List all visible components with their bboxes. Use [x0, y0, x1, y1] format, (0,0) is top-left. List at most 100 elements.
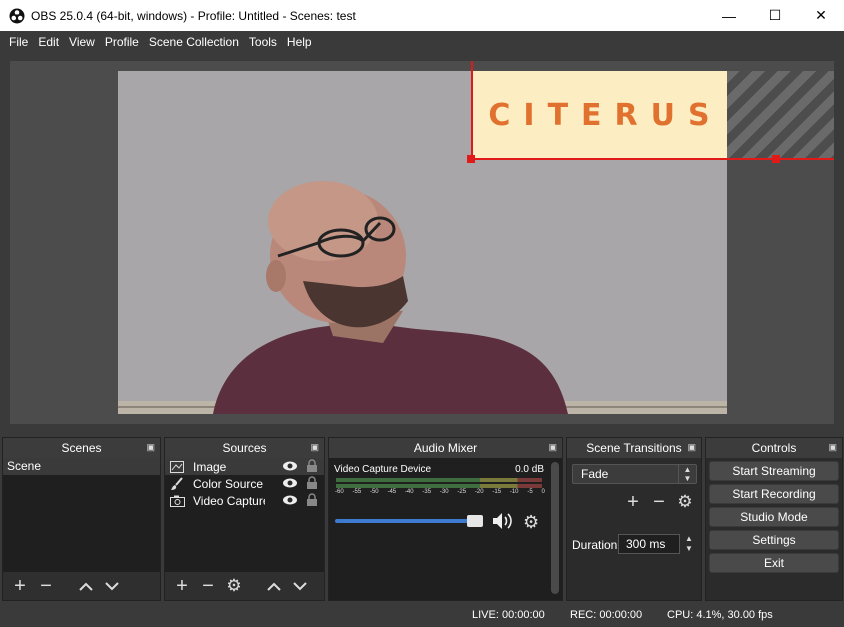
- transition-buttons: + − ⚙: [622, 491, 696, 513]
- dock-float-icon[interactable]: ▣: [687, 442, 696, 453]
- gear-icon: ⚙: [226, 576, 242, 595]
- source-properties-button[interactable]: ⚙: [223, 575, 245, 597]
- mixer-db-value: 0.0 dB: [515, 464, 544, 475]
- sources-header: Sources ▣: [165, 438, 324, 458]
- mixer-scrollbar[interactable]: [551, 462, 559, 594]
- volume-slider-handle[interactable]: [467, 515, 483, 527]
- chevron-updown-icon: ▲ ▼: [678, 465, 696, 483]
- studio-mode-button[interactable]: Studio Mode: [709, 507, 839, 527]
- scale-tick: -10: [509, 489, 519, 495]
- scene-transitions-header: Scene Transitions ▣: [567, 438, 701, 458]
- scenes-header: Scenes ▣: [3, 438, 160, 458]
- obs-logo-icon: [9, 8, 25, 23]
- scale-tick: -50: [369, 489, 379, 495]
- sources-title: Sources: [222, 441, 267, 455]
- remove-transition-button[interactable]: −: [648, 491, 670, 513]
- chevron-up-icon: [79, 582, 93, 591]
- transition-properties-button[interactable]: ⚙: [674, 491, 696, 513]
- scenes-title: Scenes: [61, 441, 102, 455]
- add-scene-button[interactable]: +: [9, 575, 31, 597]
- add-transition-button[interactable]: +: [622, 491, 644, 513]
- source-item[interactable]: Color Source: [165, 475, 324, 492]
- meter-scale: -60 -55 -50 -45 -40 -35 -30 -25 -20 -15 …: [335, 489, 545, 495]
- scene-transitions-title: Scene Transitions: [586, 441, 682, 455]
- source-item[interactable]: Video Capture Device: [165, 492, 324, 509]
- audio-mixer-dock: Audio Mixer ▣ Video Capture Device 0.0 d…: [328, 437, 563, 601]
- lock-icon[interactable]: [306, 493, 318, 507]
- controls-header: Controls ▣: [706, 438, 842, 458]
- logo-text: CITERUS: [488, 98, 723, 133]
- duration-label: Duration: [572, 538, 618, 552]
- mixer-channel-name: Video Capture Device: [334, 464, 432, 475]
- title-bar: OBS 25.0.4 (64-bit, windows) - Profile: …: [0, 0, 844, 31]
- menu-view[interactable]: View: [64, 31, 100, 53]
- exit-button[interactable]: Exit: [709, 553, 839, 573]
- menu-edit[interactable]: Edit: [33, 31, 64, 53]
- add-source-button[interactable]: +: [171, 575, 193, 597]
- move-up-button[interactable]: [263, 575, 285, 597]
- gear-icon[interactable]: ⚙: [523, 512, 539, 533]
- audio-mixer-body: Video Capture Device 0.0 dB -60 -55 -50 …: [329, 458, 562, 600]
- move-down-button[interactable]: [101, 575, 123, 597]
- sources-list: Image Color Source Video Capture Device: [165, 458, 324, 572]
- scale-tick: -35: [422, 489, 432, 495]
- chevron-down-icon: [105, 582, 119, 591]
- audio-mixer-header: Audio Mixer ▣: [329, 438, 562, 458]
- volume-meter-right: [336, 484, 542, 488]
- scene-transitions-dock: Scene Transitions ▣ Fade ▲ ▼ + − ⚙ Durati…: [566, 437, 702, 601]
- scale-tick: 0: [541, 489, 545, 495]
- menu-bar: File Edit View Profile Scene Collection …: [0, 31, 844, 53]
- menu-tools[interactable]: Tools: [244, 31, 282, 53]
- camera-icon: [169, 494, 185, 508]
- minimize-button[interactable]: —: [706, 0, 752, 31]
- maximize-button[interactable]: ☐: [752, 0, 798, 31]
- gear-icon: ⚙: [677, 492, 693, 511]
- menu-profile[interactable]: Profile: [100, 31, 144, 53]
- remove-source-button[interactable]: −: [197, 575, 219, 597]
- chevron-up-icon: [267, 582, 281, 591]
- lock-icon[interactable]: [306, 476, 318, 490]
- controls-body: Start Streaming Start Recording Studio M…: [706, 458, 842, 600]
- scene-item[interactable]: Scene: [3, 458, 160, 475]
- scale-tick: -15: [492, 489, 502, 495]
- visibility-eye-icon[interactable]: [282, 476, 298, 490]
- start-recording-button[interactable]: Start Recording: [709, 484, 839, 504]
- duration-spinner[interactable]: ▲ ▼: [681, 534, 697, 554]
- menu-file[interactable]: File: [4, 31, 33, 53]
- source-item[interactable]: Image: [165, 458, 324, 475]
- dock-float-icon[interactable]: ▣: [548, 442, 557, 453]
- settings-button[interactable]: Settings: [709, 530, 839, 550]
- volume-slider-track[interactable]: [335, 519, 479, 523]
- cpu-fps: CPU: 4.1%, 30.00 fps: [667, 609, 773, 621]
- transition-selected: Fade: [581, 467, 609, 481]
- preview-area[interactable]: CITERUS: [10, 61, 834, 424]
- dock-float-icon[interactable]: ▣: [310, 442, 319, 453]
- remove-scene-button[interactable]: −: [35, 575, 57, 597]
- dock-float-icon[interactable]: ▣: [828, 442, 837, 453]
- transparent-area-hatch: [727, 71, 834, 160]
- duration-input[interactable]: 300 ms: [618, 534, 680, 554]
- scale-tick: -5: [527, 489, 533, 495]
- move-down-button[interactable]: [289, 575, 311, 597]
- lock-icon[interactable]: [306, 459, 318, 473]
- speaker-icon[interactable]: [492, 512, 516, 530]
- menu-scene-collection[interactable]: Scene Collection: [144, 31, 244, 53]
- scenes-dock: Scenes ▣ Scene + −: [2, 437, 161, 601]
- close-button[interactable]: ✕: [798, 0, 844, 31]
- visibility-eye-icon[interactable]: [282, 459, 298, 473]
- move-up-button[interactable]: [75, 575, 97, 597]
- scenes-list: Scene: [3, 458, 160, 572]
- image-source-logo[interactable]: CITERUS: [471, 71, 834, 160]
- controls-dock: Controls ▣ Start Streaming Start Recordi…: [705, 437, 843, 601]
- chevron-down-icon: [293, 582, 307, 591]
- live-timer: LIVE: 00:00:00: [472, 609, 545, 621]
- start-streaming-button[interactable]: Start Streaming: [709, 461, 839, 481]
- resize-handle-bottom-left[interactable]: [467, 155, 475, 163]
- transition-select[interactable]: Fade ▲ ▼: [572, 464, 697, 484]
- source-name: Video Capture Device: [193, 493, 265, 508]
- dock-float-icon[interactable]: ▣: [146, 442, 155, 453]
- menu-help[interactable]: Help: [282, 31, 317, 53]
- visibility-eye-icon[interactable]: [282, 493, 298, 507]
- scale-tick: -20: [474, 489, 484, 495]
- resize-handle-bottom-middle[interactable]: [772, 155, 780, 163]
